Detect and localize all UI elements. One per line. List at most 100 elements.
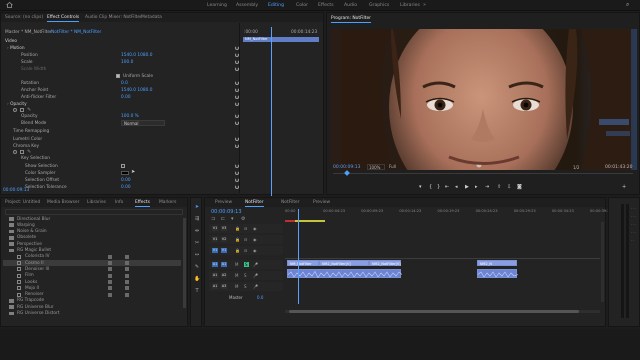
workspace-color[interactable]: Color (296, 3, 308, 8)
selection-offset-value[interactable]: 0.00 (121, 178, 131, 183)
slip-tool-icon[interactable]: ↔ (194, 252, 200, 258)
program-scrubber[interactable] (333, 173, 633, 174)
timeline-tab-preview[interactable]: Preview (215, 200, 232, 205)
pen-mask-icon[interactable]: ✎ (27, 107, 31, 113)
effects-list-item[interactable]: RG Trapcode (3, 298, 181, 304)
home-icon[interactable] (6, 2, 13, 8)
uniform-scale-checkbox[interactable] (116, 74, 120, 78)
workspace-effects[interactable]: Effects (318, 3, 334, 8)
program-title[interactable]: Program: NotFilter (331, 16, 371, 23)
rect-mask-icon[interactable] (20, 150, 24, 154)
prop-anchor-value[interactable]: 1540.0 1080.0 (121, 88, 152, 93)
resolution-fraction[interactable]: 1/2 (573, 165, 579, 170)
prop-scale-value[interactable]: 100.0 (121, 60, 133, 65)
zoom-select[interactable]: 100% (367, 164, 385, 170)
voiceover-icon[interactable]: 🎤 (253, 273, 258, 278)
breadcrumb-master[interactable]: Master * NM_NotFilter (5, 30, 52, 35)
reset-icon[interactable] (235, 60, 239, 64)
eye-icon[interactable]: ◉ (253, 226, 257, 231)
mute-icon[interactable]: M (235, 262, 238, 267)
tab-project[interactable]: Project: Untitled (5, 200, 40, 205)
solo-icon[interactable]: S (244, 273, 247, 278)
voiceover-icon[interactable]: 🎤 (253, 262, 258, 267)
reset-icon[interactable] (235, 114, 239, 118)
audio-clip[interactable] (287, 269, 403, 279)
fx-lumetri[interactable]: Lumetri Color (13, 137, 42, 142)
marker-icon[interactable]: ▾ (231, 216, 234, 222)
reset-icon[interactable] (235, 178, 239, 182)
prop-rotation-value[interactable]: 0.0 (121, 81, 128, 86)
track-label[interactable]: V3 (221, 226, 227, 231)
workspace-graphics[interactable]: Graphics (369, 3, 389, 8)
track-select-tool-icon[interactable]: ⇶ (194, 216, 200, 222)
hand-tool-icon[interactable]: ✋ (194, 276, 200, 282)
video-clip[interactable]: NM2_NotFilter[V] (369, 260, 401, 266)
prop-antiflicker-value[interactable]: 0.00 (121, 95, 131, 100)
lift-icon[interactable]: ⇪ (497, 184, 501, 190)
tab-info[interactable]: Info (115, 200, 123, 205)
video-clip[interactable]: NM2_NotFilter[V] (319, 260, 369, 266)
camera-icon[interactable]: ◙ (517, 184, 522, 190)
effects-list-item[interactable]: Film (3, 273, 181, 279)
effects-list-item[interactable]: Warping (3, 222, 181, 228)
effects-list-item[interactable]: Denoiser III (3, 266, 181, 272)
ellipse-mask-icon[interactable] (13, 150, 17, 154)
selection-tool-icon[interactable]: ➤ (194, 204, 200, 210)
sync-icon[interactable]: ⊟ (244, 248, 247, 253)
program-playhead[interactable] (344, 170, 350, 176)
track-label[interactable]: A1 (221, 262, 227, 267)
reset-icon[interactable] (235, 121, 239, 125)
track-label[interactable]: A3 (221, 284, 227, 289)
track-label[interactable]: V2 (221, 237, 227, 242)
reset-icon[interactable] (235, 144, 239, 148)
fx-motion[interactable]: › Motion (7, 46, 25, 51)
fx-time-remapping[interactable]: Time Remapping (13, 129, 49, 134)
timeline-playhead[interactable] (298, 209, 299, 304)
reset-icon[interactable] (235, 171, 239, 175)
workspace-assembly[interactable]: Assembly (236, 3, 258, 8)
step-back-icon[interactable]: ◂ (455, 184, 458, 190)
timeline-tab-notfilter-2[interactable]: NotFilter (281, 200, 300, 205)
source-patch-button[interactable]: V1 (212, 237, 218, 242)
program-video-frame[interactable] (331, 29, 637, 170)
linked-selection-icon[interactable]: ⊏ (221, 216, 225, 222)
snap-icon[interactable]: ⊐ (211, 216, 215, 222)
timeline-h-scrollbar[interactable] (285, 310, 600, 313)
reset-icon[interactable] (235, 67, 239, 71)
ellipse-mask-icon[interactable] (13, 108, 17, 112)
ec-bottom-timecode[interactable]: 00:00:09:13 (3, 188, 29, 193)
source-patch-button[interactable]: V1 (212, 226, 218, 231)
play-icon[interactable]: ▶ (465, 184, 469, 190)
effects-list-item[interactable]: RG Universe Distort (3, 311, 181, 317)
effects-list-item[interactable]: Mojo II (3, 285, 181, 291)
more-workspaces-icon[interactable]: » (423, 2, 426, 8)
timeline-ruler[interactable]: 00:00 00:00:04:23 00:00:09:23 00:00:14:23 00… (285, 209, 612, 219)
reset-icon[interactable] (235, 185, 239, 189)
blend-mode-select[interactable]: Normal (121, 120, 165, 126)
video-clip[interactable]: NM2_N (477, 260, 517, 266)
effects-search-input[interactable] (5, 209, 183, 215)
effects-list-item[interactable]: Directional Blur (3, 216, 181, 222)
workspace-editing[interactable]: Editing (268, 3, 284, 8)
ec-playhead[interactable] (271, 27, 272, 196)
effects-list-item[interactable]: Colorista IV (3, 254, 181, 260)
show-selection-checkbox[interactable] (121, 164, 125, 168)
video-clip[interactable]: NM_NotFilter (287, 260, 319, 266)
mute-icon[interactable]: M (235, 273, 238, 278)
effects-list-item[interactable]: Renoiser (3, 292, 181, 298)
workspace-audio[interactable]: Audio (344, 3, 357, 8)
effects-list-item[interactable]: RG Universe Blur (3, 304, 181, 310)
sync-icon[interactable]: ⊟ (244, 237, 247, 242)
tab-audio-clip-mixer[interactable]: Audio Clip Mixer: NotFilter (85, 15, 142, 20)
mark-in-icon[interactable]: { (429, 184, 432, 190)
timeline-v-scrollbar[interactable] (601, 222, 604, 302)
fx-opacity[interactable]: › Opacity (7, 102, 27, 107)
pen-mask-icon[interactable]: ✎ (27, 149, 31, 155)
reset-icon[interactable] (235, 81, 239, 85)
reset-icon[interactable] (235, 137, 239, 141)
effects-list-item[interactable]: Looks (3, 279, 181, 285)
extract-icon[interactable]: ⇩ (507, 184, 511, 190)
solo-icon[interactable]: S (244, 284, 247, 289)
lock-icon[interactable]: 🔒 (235, 226, 240, 231)
marker-icon[interactable]: ▾ (419, 184, 422, 190)
